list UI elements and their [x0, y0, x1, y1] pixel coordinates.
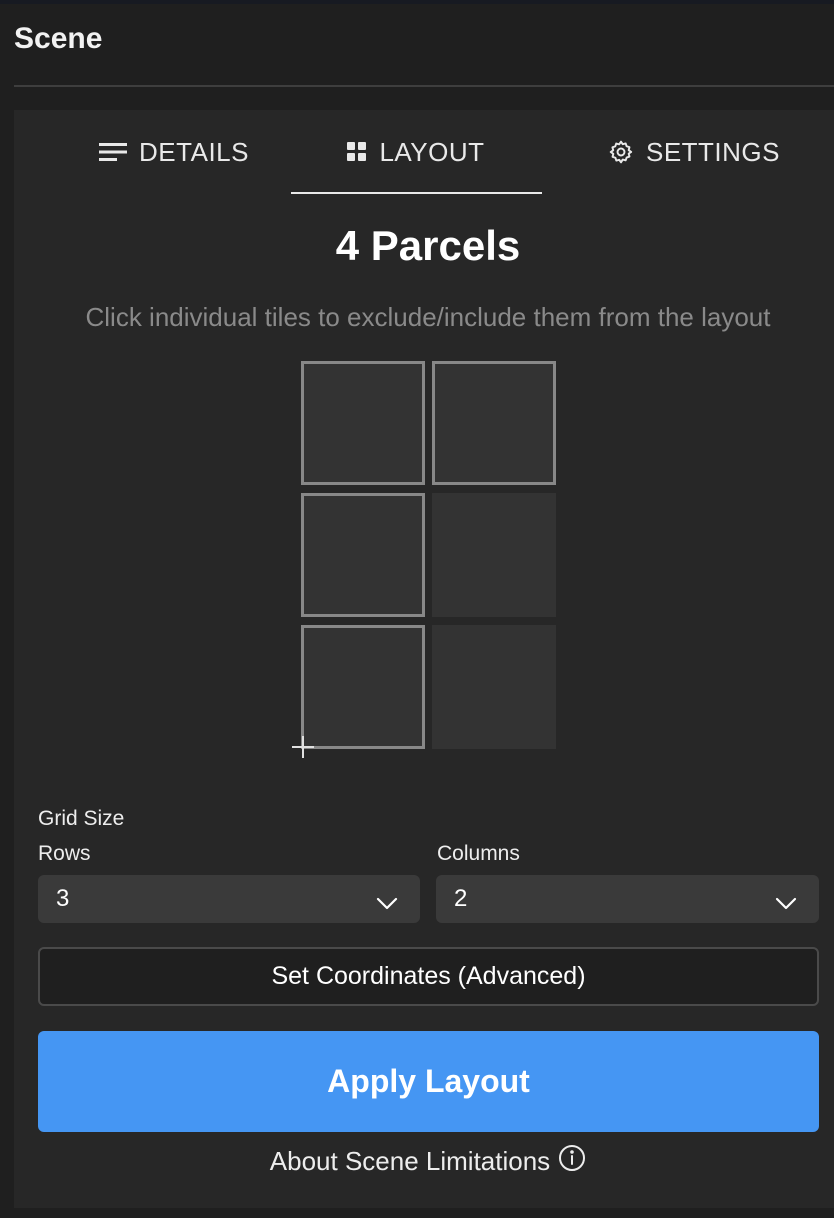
header-divider — [14, 85, 834, 87]
origin-crosshair-icon — [292, 736, 314, 758]
columns-label: Columns — [437, 842, 520, 865]
set-coordinates-button[interactable]: Set Coordinates (Advanced) — [38, 947, 819, 1006]
tab-layout-label: LAYOUT — [379, 136, 485, 167]
tab-settings-label: SETTINGS — [645, 136, 780, 167]
parcel-count-title: 4 Parcels — [335, 222, 521, 269]
columns-select-value: 2 — [454, 885, 468, 912]
grid-icon — [347, 142, 367, 162]
rows-select-value: 3 — [56, 885, 70, 912]
tab-details[interactable]: DETAILS — [54, 110, 294, 194]
parcel-tile-r3-c2[interactable] — [432, 625, 556, 749]
about-scene-limitations-label: About Scene Limitations — [269, 1145, 551, 1176]
info-icon — [558, 1144, 586, 1179]
gear-icon — [608, 139, 634, 165]
rows-select[interactable]: 3 — [38, 875, 420, 923]
columns-select[interactable]: 2 — [436, 875, 819, 923]
tab-layout[interactable]: LAYOUT — [291, 110, 542, 194]
about-scene-limitations-link[interactable]: About Scene Limitations — [14, 1144, 834, 1178]
chevron-down-icon — [775, 890, 797, 918]
rows-label: Rows — [38, 842, 91, 865]
lines-icon — [99, 142, 128, 162]
parcel-tile-r1-c2[interactable] — [432, 361, 556, 485]
chevron-down-icon — [376, 890, 398, 918]
grid-size-label: Grid Size — [38, 807, 125, 830]
parcel-tile-r2-c2[interactable] — [432, 493, 556, 617]
page-title: Scene — [14, 22, 103, 55]
parcel-tile-r3-c1[interactable] — [301, 625, 425, 749]
tab-bar: DETAILS LAYOUT SETTINGS — [14, 110, 834, 194]
layout-hint: Click individual tiles to exclude/includ… — [85, 302, 771, 332]
tab-settings[interactable]: SETTINGS — [569, 110, 819, 194]
apply-layout-button[interactable]: Apply Layout — [38, 1031, 819, 1132]
window-top-strip — [0, 0, 834, 4]
parcel-tile-r1-c1[interactable] — [301, 361, 425, 485]
scene-panel: DETAILS LAYOUT SETTINGS 4 Parcels Click … — [14, 110, 834, 1208]
tab-details-label: DETAILS — [139, 136, 249, 167]
parcel-grid — [301, 361, 557, 749]
parcel-tile-r2-c1[interactable] — [301, 493, 425, 617]
